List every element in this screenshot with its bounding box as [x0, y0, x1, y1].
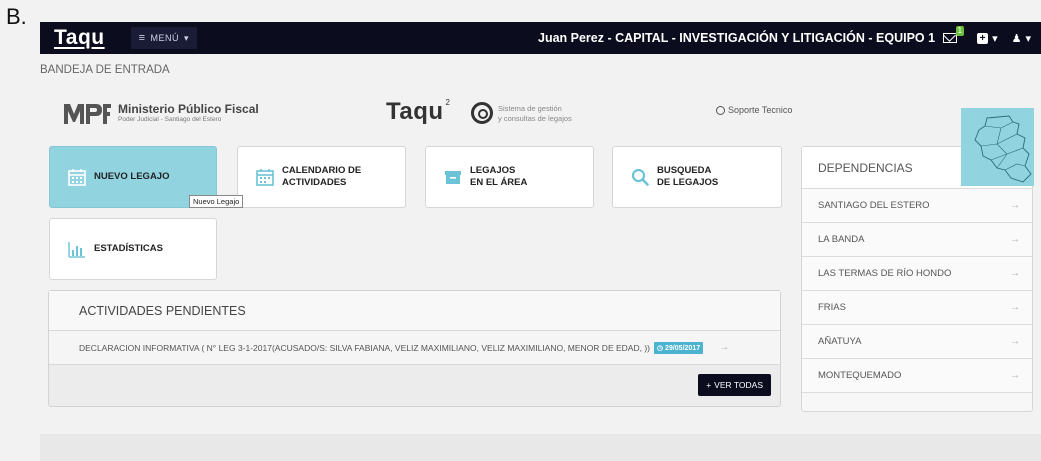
panel-title: ACTIVIDADES PENDIENTES: [49, 291, 780, 331]
dependencia-item[interactable]: LAS TERMAS DE RÍO HONDO →: [802, 257, 1032, 291]
arrow-right-icon: →: [1010, 302, 1020, 313]
figure-label: B.: [6, 4, 27, 29]
dependencia-label: LAS TERMAS DE RÍO HONDO: [818, 268, 952, 279]
dependencia-item[interactable]: MONTEQUEMADO →: [802, 359, 1032, 393]
logos-row: Ministerio Público Fiscal Poder Judicial…: [62, 98, 802, 128]
dependencia-label: LA BANDA: [818, 234, 865, 245]
actividades-pendientes-panel: ACTIVIDADES PENDIENTES DECLARACION INFOR…: [48, 290, 781, 407]
brand-logo[interactable]: Taqu: [54, 26, 105, 50]
menu-label: MENÚ: [150, 33, 180, 43]
province-map-icon: [974, 115, 1032, 183]
at-sign-icon: [471, 102, 493, 124]
dependencia-label: FRIAS: [818, 302, 846, 313]
breadcrumb: BANDEJA DE ENTRADA: [40, 64, 170, 76]
mpf-title: Ministerio Público Fiscal: [118, 102, 259, 116]
tile-calendario[interactable]: CALENDARIO DE ACTIVIDADES: [237, 146, 406, 208]
arrow-right-icon: →: [1010, 234, 1020, 245]
dependencia-label: MONTEQUEMADO: [818, 370, 902, 381]
tile-busqueda[interactable]: BUSQUEDA DE LEGAJOS: [612, 146, 782, 208]
caret-down-icon: ▾: [184, 32, 190, 43]
dependencia-item[interactable]: LA BANDA →: [802, 223, 1032, 257]
top-navbar: Taqu ≡ MENÚ ▾ Juan Perez - CAPITAL - INV…: [40, 22, 1041, 54]
dependencia-label: AÑATUYA: [818, 336, 862, 347]
tile-label: LEGAJOS EN EL ÁREA: [470, 165, 528, 188]
search-icon: [631, 168, 649, 186]
province-map: [961, 108, 1034, 186]
arrow-right-icon: →: [1010, 336, 1020, 347]
dependencia-item[interactable]: SANTIAGO DEL ESTERO →: [802, 189, 1032, 223]
user-info: Juan Perez - CAPITAL - INVESTIGACIÓN Y L…: [538, 31, 936, 45]
tile-label: ESTADÍSTICAS: [94, 243, 163, 254]
dependencia-label: SANTIAGO DEL ESTERO: [818, 200, 930, 211]
arrow-right-icon: →: [1010, 370, 1020, 381]
dependencia-item[interactable]: AÑATUYA →: [802, 325, 1032, 359]
plus-icon: +: [706, 380, 712, 390]
tile-label: NUEVO LEGAJO: [94, 171, 170, 182]
arrow-right-icon: →: [1010, 268, 1020, 279]
taqu-logo-text: Taqu: [386, 98, 444, 125]
plus-square-icon: +: [977, 32, 989, 44]
taqu-logo: Taqu 2: [386, 98, 451, 126]
add-dropdown[interactable]: + ▾: [977, 32, 998, 45]
tooltip-nuevo-legajo: Nuevo Legajo: [189, 195, 244, 208]
ver-todas-button[interactable]: + VER TODAS: [698, 374, 771, 396]
caret-down-icon: ▾: [1025, 32, 1031, 45]
date-badge: ◷ 29/05/2017: [653, 341, 704, 354]
activity-date: 29/05/2017: [665, 344, 701, 352]
tile-legajos-area[interactable]: LEGAJOS EN EL ÁREA: [425, 146, 594, 208]
arrow-right-icon: →: [1010, 200, 1020, 211]
hamburger-icon: ≡: [138, 32, 146, 44]
caret-down-icon: ▾: [992, 32, 998, 45]
system-line-2: y consultas de legajos: [498, 114, 572, 123]
mail-count-badge: 1: [955, 26, 965, 36]
mpf-subtitle: Poder Judicial - Santiago del Estero: [118, 116, 222, 123]
system-description: Sistema de gestión y consultas de legajo…: [498, 104, 572, 124]
dependencia-item[interactable]: FRIAS →: [802, 291, 1032, 325]
system-line-1: Sistema de gestión: [498, 104, 562, 113]
activity-text: DECLARACION INFORMATIVA ( N° LEG 3-1-201…: [79, 342, 650, 353]
arrow-right-icon: →: [719, 342, 730, 353]
user-icon: ♟: [1011, 32, 1022, 45]
ver-todas-label: VER TODAS: [714, 380, 763, 390]
taqu-logo-sup: 2: [445, 98, 451, 107]
mpf-logo-icon: [64, 104, 111, 124]
bar-chart-icon: [68, 242, 85, 258]
archive-box-icon: [445, 171, 461, 184]
calendar-icon: [68, 169, 86, 186]
tile-label: BUSQUEDA DE LEGAJOS: [657, 165, 719, 188]
soporte-label: Soporte Tecnico: [728, 105, 793, 115]
bottom-strip: [40, 434, 1041, 461]
calendar-icon: [256, 169, 274, 186]
tile-estadisticas[interactable]: ESTADÍSTICAS: [49, 218, 217, 280]
user-dropdown[interactable]: ♟ ▾: [1012, 32, 1031, 45]
tile-label: CALENDARIO DE ACTIVIDADES: [282, 165, 362, 188]
activity-row[interactable]: DECLARACION INFORMATIVA ( N° LEG 3-1-201…: [49, 331, 780, 365]
lifebuoy-icon: [716, 105, 725, 115]
mail-icon[interactable]: 1: [943, 26, 965, 43]
soporte-tecnico-link[interactable]: Soporte Tecnico: [716, 105, 792, 115]
menu-button[interactable]: ≡ MENÚ ▾: [130, 27, 198, 49]
